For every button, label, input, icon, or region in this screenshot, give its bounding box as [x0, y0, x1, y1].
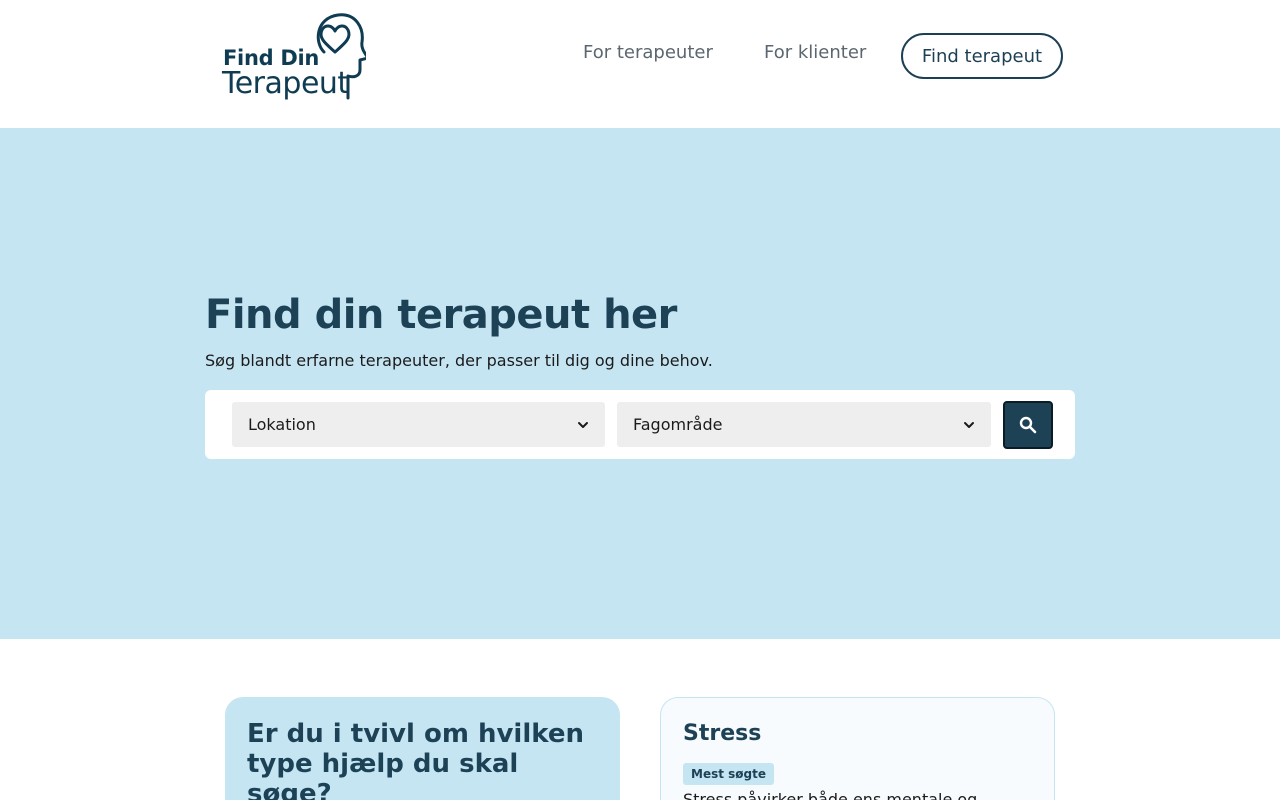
logo-text-line2: Terapeut: [222, 66, 349, 101]
site-logo[interactable]: Find Din Terapeut: [222, 12, 372, 102]
hero-subtitle: Søg blandt erfarne terapeuter, der passe…: [205, 351, 713, 370]
topic-card-title: Stress: [683, 721, 762, 746]
chevron-down-icon: [964, 421, 974, 428]
field-select[interactable]: Fagområde: [617, 402, 991, 447]
location-select[interactable]: Lokation: [232, 402, 605, 447]
nav-link-for-klienter[interactable]: For klienter: [764, 42, 866, 63]
topic-card-stress[interactable]: Stress Mest søgte Stress påvirker både e…: [660, 697, 1055, 800]
search-icon: [1019, 416, 1037, 434]
hero-title: Find din terapeut her: [205, 292, 677, 338]
most-searched-badge: Mest søgte: [683, 763, 774, 785]
location-select-value: Lokation: [248, 415, 316, 434]
field-select-value: Fagområde: [633, 415, 723, 434]
topic-card-text: Stress påvirker både ens mentale og: [683, 790, 978, 800]
site-header: Find Din Terapeut For terapeuter For kli…: [0, 0, 1280, 128]
nav-link-for-terapeuter[interactable]: For terapeuter: [583, 42, 713, 63]
search-panel: Lokation Fagområde: [205, 390, 1075, 459]
search-button[interactable]: [1003, 401, 1053, 449]
help-guide-card-title: Er du i tvivl om hvilken type hjælp du s…: [247, 719, 584, 800]
hero-section: Find din terapeut her Søg blandt erfarne…: [0, 128, 1280, 639]
chevron-down-icon: [578, 421, 588, 428]
help-guide-card[interactable]: Er du i tvivl om hvilken type hjælp du s…: [225, 697, 620, 800]
find-terapeut-button[interactable]: Find terapeut: [901, 33, 1063, 79]
